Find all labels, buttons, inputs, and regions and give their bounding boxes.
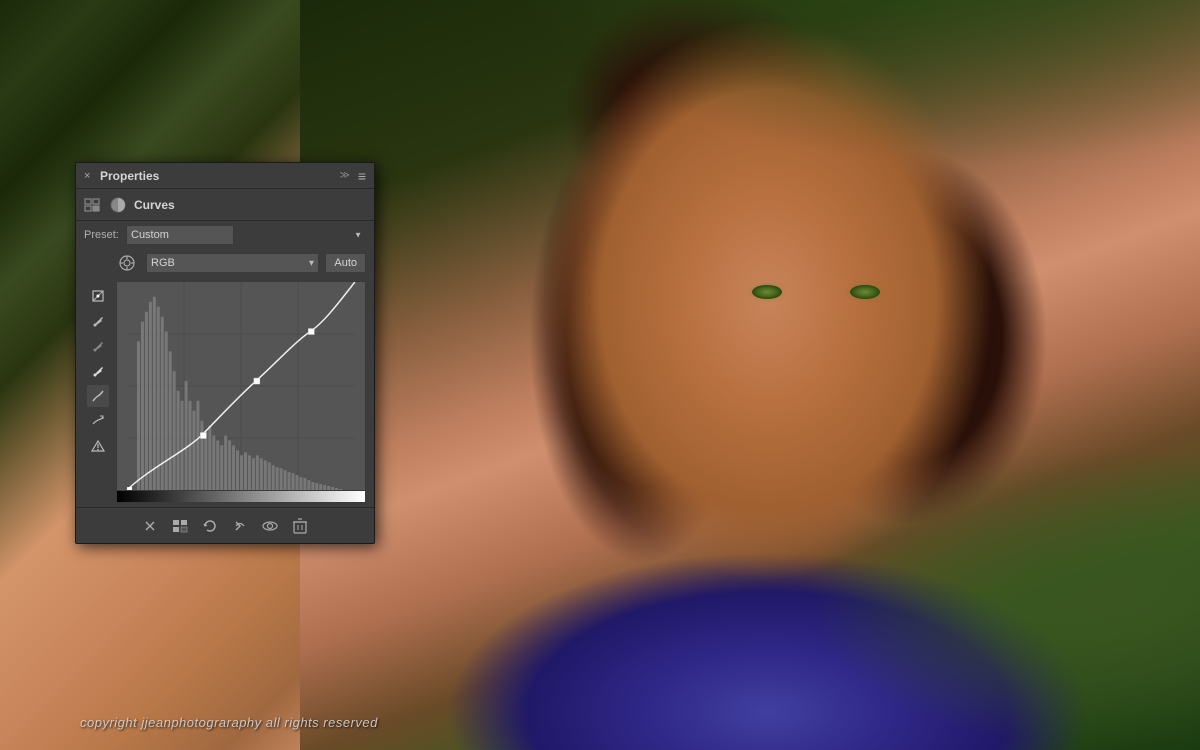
control-point-top[interactable] bbox=[308, 329, 314, 335]
clipping-icon bbox=[91, 439, 105, 453]
layer-button[interactable] bbox=[169, 515, 191, 537]
curves-graph-wrapper bbox=[116, 281, 366, 503]
draw-curve-button[interactable] bbox=[87, 410, 109, 432]
trash-icon bbox=[293, 518, 307, 534]
visibility-button[interactable] bbox=[259, 515, 281, 537]
anchor-bottom-left[interactable] bbox=[127, 487, 132, 490]
portrait-photo bbox=[300, 0, 1200, 750]
adjustment-layer-icon bbox=[110, 197, 126, 213]
visibility-icon bbox=[262, 518, 278, 534]
curves-graph[interactable] bbox=[116, 281, 366, 491]
control-point-2[interactable] bbox=[254, 378, 260, 384]
eye-right bbox=[850, 285, 880, 299]
expand-button[interactable]: ≫ bbox=[339, 170, 349, 181]
control-point-1[interactable] bbox=[200, 433, 206, 439]
curves-label: Curves bbox=[134, 198, 175, 212]
undo-button[interactable] bbox=[229, 515, 251, 537]
preset-row: Preset: Custom Default Strong Contrast L… bbox=[76, 221, 374, 249]
sample-shadows-icon bbox=[91, 314, 105, 328]
delete-anchor-button[interactable] bbox=[139, 515, 161, 537]
point-tool-button[interactable] bbox=[87, 285, 109, 307]
layer-icon bbox=[172, 519, 188, 533]
point-tool-icon bbox=[91, 289, 105, 303]
undo-icon bbox=[232, 518, 248, 534]
channel-select[interactable]: RGB Red Green Blue bbox=[146, 253, 319, 273]
channel-row: RGB Red Green Blue ▼ Auto bbox=[76, 249, 374, 277]
eye-left bbox=[752, 285, 782, 299]
draw-curve-icon bbox=[91, 414, 105, 428]
smooth-curve-icon bbox=[91, 389, 105, 403]
sample-highlights-button[interactable] bbox=[87, 360, 109, 382]
panel-toolbar bbox=[76, 507, 374, 543]
close-button[interactable]: × bbox=[84, 171, 94, 181]
delete-anchor-icon bbox=[142, 518, 158, 534]
panel-menu-button[interactable]: ≡ bbox=[358, 168, 366, 184]
sample-midtones-icon bbox=[91, 339, 105, 353]
copyright-text: copyright jjeanphotograraphy all rights … bbox=[80, 715, 378, 730]
channel-select-wrapper: RGB Red Green Blue ▼ bbox=[146, 253, 319, 273]
properties-panel: × Properties ≫ ≡ Curves Preset: Custom bbox=[75, 162, 375, 544]
clipping-button[interactable] bbox=[87, 435, 109, 457]
gradient-bar bbox=[116, 491, 366, 503]
panel-header: Curves bbox=[76, 189, 374, 221]
sample-highlights-icon bbox=[91, 364, 105, 378]
grid-icon bbox=[84, 198, 102, 212]
preset-label: Preset: bbox=[84, 229, 120, 241]
reset-curve-icon bbox=[202, 518, 218, 534]
preset-select-wrapper: Custom Default Strong Contrast Linear Co… bbox=[126, 225, 366, 245]
auto-button[interactable]: Auto bbox=[325, 253, 366, 273]
trash-button[interactable] bbox=[289, 515, 311, 537]
panel-titlebar: × Properties ≫ ≡ bbox=[76, 163, 374, 189]
curves-svg bbox=[117, 282, 365, 490]
reset-curve-button[interactable] bbox=[199, 515, 221, 537]
preset-select[interactable]: Custom Default Strong Contrast Linear Co… bbox=[126, 225, 234, 245]
curves-area bbox=[76, 277, 374, 507]
smooth-curve-button[interactable] bbox=[87, 385, 109, 407]
tools-sidebar bbox=[84, 281, 112, 503]
target-adjustment-icon[interactable] bbox=[118, 254, 136, 272]
panel-title: Properties bbox=[100, 169, 159, 183]
sample-midtones-button[interactable] bbox=[87, 335, 109, 357]
sample-shadows-button[interactable] bbox=[87, 310, 109, 332]
titlebar-left: × Properties bbox=[84, 169, 159, 183]
